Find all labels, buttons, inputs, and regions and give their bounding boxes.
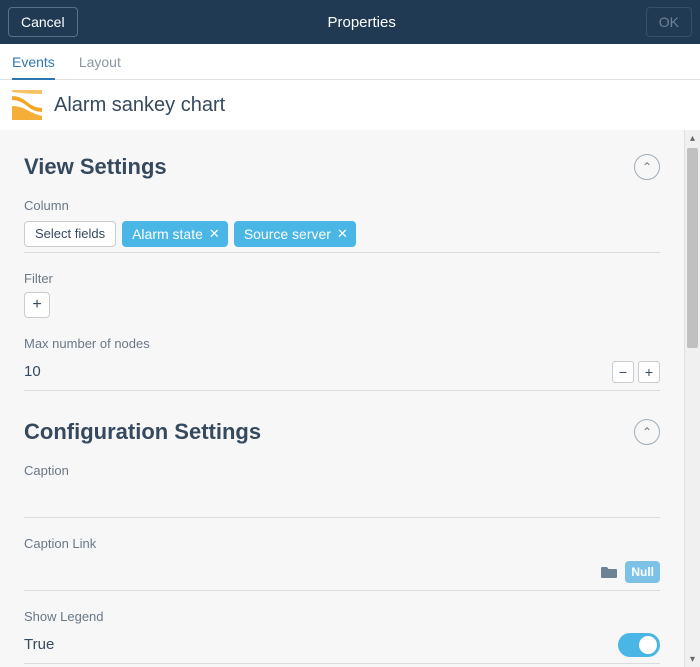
properties-scroll-area: View Settings ⌃ Column Select fields Ala… bbox=[0, 130, 684, 667]
show-legend-value: True bbox=[24, 636, 612, 653]
tab-layout[interactable]: Layout bbox=[79, 44, 121, 79]
show-legend-field: Show Legend True bbox=[24, 609, 660, 664]
decrement-button[interactable]: − bbox=[612, 361, 634, 383]
vertical-scrollbar[interactable]: ▴ ▾ bbox=[684, 130, 700, 667]
max-nodes-stepper: − + bbox=[612, 361, 660, 383]
column-field: Column Select fields Alarm state ✕ Sourc… bbox=[24, 198, 660, 253]
config-settings-title: Configuration Settings bbox=[24, 419, 261, 445]
folder-icon[interactable] bbox=[601, 565, 617, 579]
add-filter-button[interactable]: + bbox=[24, 292, 50, 318]
select-fields-button[interactable]: Select fields bbox=[24, 221, 116, 247]
max-nodes-value[interactable]: 10 bbox=[24, 363, 606, 380]
chevron-down-icon: ▾ bbox=[690, 654, 695, 665]
close-icon[interactable]: ✕ bbox=[209, 226, 220, 242]
view-settings-collapse-button[interactable]: ⌃ bbox=[634, 154, 660, 180]
show-legend-toggle[interactable] bbox=[618, 633, 660, 657]
increment-button[interactable]: + bbox=[638, 361, 660, 383]
chart-title: Alarm sankey chart bbox=[54, 94, 225, 117]
tab-events[interactable]: Events bbox=[12, 44, 55, 79]
scroll-up-button[interactable]: ▴ bbox=[685, 130, 700, 146]
filter-label: Filter bbox=[24, 271, 660, 286]
chevron-up-icon: ▴ bbox=[690, 133, 695, 144]
caption-field: Caption bbox=[24, 463, 660, 518]
max-nodes-label: Max number of nodes bbox=[24, 336, 660, 351]
pill-alarm-state[interactable]: Alarm state ✕ bbox=[122, 221, 228, 247]
show-legend-label: Show Legend bbox=[24, 609, 660, 624]
ok-button[interactable]: OK bbox=[646, 7, 692, 37]
plus-icon: + bbox=[645, 364, 653, 380]
chart-title-row: Alarm sankey chart bbox=[0, 80, 700, 130]
scroll-thumb[interactable] bbox=[687, 148, 698, 348]
pill-source-server[interactable]: Source server ✕ bbox=[234, 221, 356, 247]
plus-icon: + bbox=[32, 296, 41, 314]
config-settings-header: Configuration Settings ⌃ bbox=[24, 419, 660, 445]
caption-link-field: Caption Link Null bbox=[24, 536, 660, 591]
config-settings-collapse-button[interactable]: ⌃ bbox=[634, 419, 660, 445]
dialog-title: Properties bbox=[327, 14, 395, 31]
max-nodes-field: Max number of nodes 10 − + bbox=[24, 336, 660, 391]
dialog-header: Cancel Properties OK bbox=[0, 0, 700, 44]
null-badge[interactable]: Null bbox=[625, 561, 660, 583]
toggle-knob bbox=[639, 636, 657, 654]
sankey-chart-icon bbox=[12, 90, 42, 120]
pill-label: Source server bbox=[244, 226, 331, 242]
cancel-button[interactable]: Cancel bbox=[8, 7, 78, 37]
view-settings-header: View Settings ⌃ bbox=[24, 154, 660, 180]
filter-field: Filter + bbox=[24, 271, 660, 318]
tabs: Events Layout bbox=[0, 44, 700, 80]
column-label: Column bbox=[24, 198, 660, 213]
minus-icon: − bbox=[619, 364, 627, 380]
chevron-up-icon: ⌃ bbox=[642, 160, 652, 174]
pill-label: Alarm state bbox=[132, 226, 203, 242]
scroll-down-button[interactable]: ▾ bbox=[685, 651, 700, 667]
caption-link-label: Caption Link bbox=[24, 536, 660, 551]
close-icon[interactable]: ✕ bbox=[337, 226, 348, 242]
view-settings-title: View Settings bbox=[24, 154, 167, 180]
chevron-up-icon: ⌃ bbox=[642, 425, 652, 439]
caption-label: Caption bbox=[24, 463, 660, 478]
